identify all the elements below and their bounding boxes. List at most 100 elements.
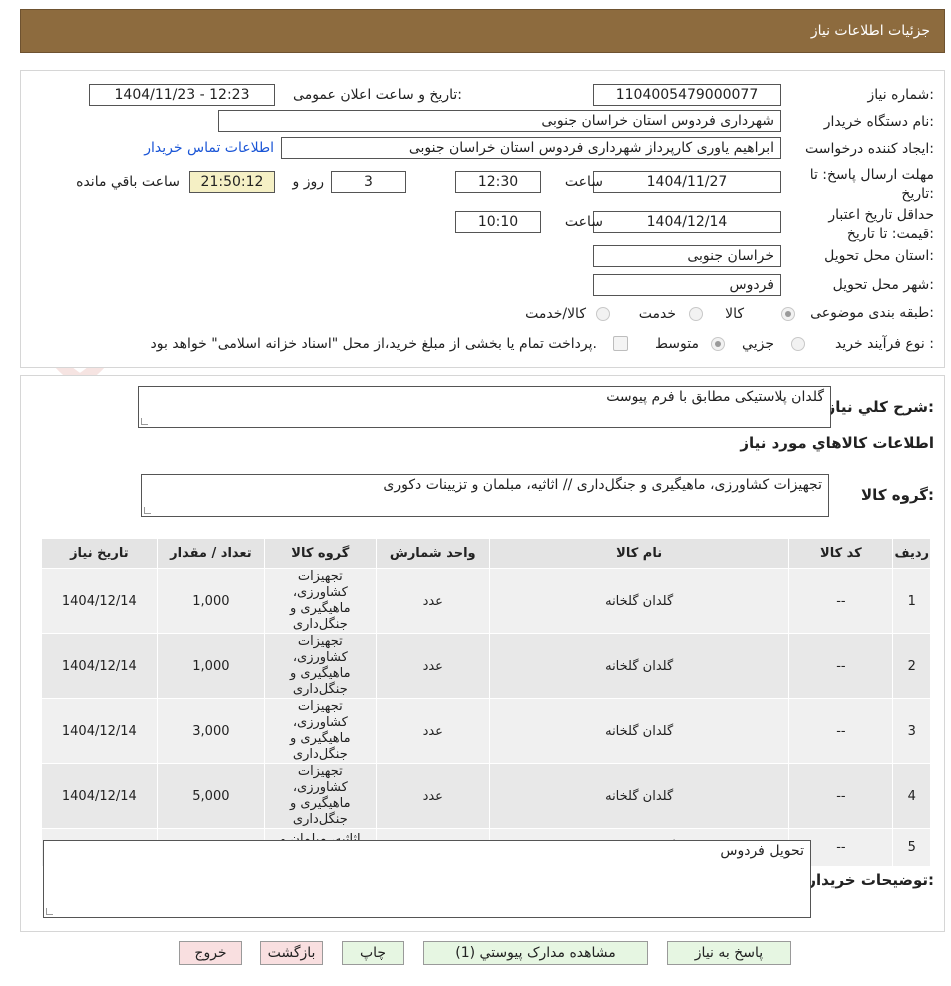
deadline-time-label: ساعت — [564, 174, 603, 190]
buyer-label: نام دستگاه خریدار: — [823, 114, 934, 130]
cell-row: 5 — [892, 828, 931, 867]
page-header: جزئیات اطلاعات نیاز — [20, 9, 945, 53]
cell-group: تجهیزات کشاورزی، ماهیگیری و جنگل‌داری — [264, 698, 377, 764]
summary-label: شرح کلي نياز: — [826, 398, 934, 416]
cell-unit: عدد — [375, 568, 490, 634]
need-number-field: 1104005479000077 — [593, 84, 781, 106]
category-option-goods: کالا — [725, 306, 744, 322]
cell-name: گلدان گلخانه — [488, 698, 790, 764]
validity-time-field: 10:10 — [455, 211, 541, 233]
resize-grip-icon[interactable] — [141, 418, 148, 425]
table-row: 2 -- گلدان گلخانه عدد تجهیزات کشاورزی، م… — [41, 633, 931, 699]
goods-table: رديف کد کالا نام کالا واحد شمارش گروه کا… — [41, 538, 931, 867]
cell-need-date: 1404/12/14 — [41, 763, 158, 829]
buyer-notes-label: توضیحات خریدار: — [807, 871, 934, 889]
validity-time-label: ساعت — [564, 214, 603, 230]
cell-quantity: 1,000 — [156, 568, 266, 634]
col-row: رديف — [892, 538, 931, 569]
deadline-date-field: 1404/11/27 — [593, 171, 781, 193]
cell-group: تجهیزات کشاورزی، ماهیگیری و جنگل‌داری — [264, 633, 377, 699]
goods-table-header: رديف کد کالا نام کالا واحد شمارش گروه کا… — [41, 538, 931, 569]
province-label: استان محل تحویل: — [824, 248, 934, 264]
resize-grip-icon[interactable] — [144, 507, 151, 514]
cell-code: -- — [788, 633, 894, 699]
need-info-panel: شماره نیاز: 1104005479000077 تاریخ و ساع… — [20, 70, 945, 368]
exit-button[interactable]: خروج — [179, 941, 242, 965]
col-unit: واحد شمارش — [375, 538, 490, 569]
cell-unit: عدد — [375, 698, 490, 764]
cell-row: 3 — [892, 698, 931, 764]
category-option-goods-service: کالا/خدمت — [525, 306, 586, 322]
goods-details-panel: شرح کلي نياز: گلدان پلاستیکی مطابق با فر… — [20, 375, 945, 932]
resize-grip-icon[interactable] — [46, 908, 53, 915]
buyer-field: شهرداری فردوس استان خراسان جنوبی — [218, 110, 781, 132]
page-title: جزئیات اطلاعات نیاز — [810, 23, 930, 39]
process-option-medium: متوسط — [655, 336, 699, 352]
cell-name: گلدان گلخانه — [488, 633, 790, 699]
col-name: نام کالا — [488, 538, 790, 569]
validity-date-field: 1404/12/14 — [593, 211, 781, 233]
category-radio-service[interactable] — [689, 307, 703, 321]
creator-field: ابراهیم یاوری کارپرداز شهرداری فردوس است… — [281, 137, 781, 159]
process-option-partial: جزیي — [742, 336, 774, 352]
print-button[interactable]: چاپ — [342, 941, 404, 965]
cell-need-date: 1404/12/14 — [41, 568, 158, 634]
cell-name: گلدان گلخانه — [488, 568, 790, 634]
back-button[interactable]: بازگشت — [260, 941, 323, 965]
category-radio-goods[interactable] — [781, 307, 795, 321]
cell-quantity: 5,000 — [156, 763, 266, 829]
reply-to-need-button[interactable]: پاسخ به نیاز — [667, 941, 791, 965]
cell-quantity: 3,000 — [156, 698, 266, 764]
cell-code: -- — [788, 568, 894, 634]
view-attachments-button[interactable]: مشاهده مدارک پیوستي (1) — [423, 941, 648, 965]
province-field: خراسان جنوبی — [593, 245, 781, 267]
validity-label: حداقل تاریخ اعتبار قیمت: تا تاریخ: — [828, 207, 934, 242]
cell-group: تجهیزات کشاورزی، ماهیگیری و جنگل‌داری — [264, 568, 377, 634]
category-label: طبقه بندی موضوعی: — [810, 305, 934, 321]
process-radio-partial[interactable] — [791, 337, 805, 351]
cell-row: 4 — [892, 763, 931, 829]
process-radio-medium[interactable] — [711, 337, 725, 351]
cell-code: -- — [788, 763, 894, 829]
cell-need-date: 1404/12/14 — [41, 698, 158, 764]
cell-code: -- — [788, 698, 894, 764]
treasury-payment-checkbox[interactable] — [613, 336, 628, 351]
goods-group-text: تجهیزات کشاورزی، ماهیگیری و جنگل‌داری //… — [383, 477, 822, 493]
treasury-payment-note: پرداخت تمام یا بخشی از مبلغ خرید،از محل … — [150, 336, 597, 352]
goods-group-textarea[interactable]: تجهیزات کشاورزی، ماهیگیری و جنگل‌داری //… — [141, 474, 829, 517]
summary-textarea[interactable]: گلدان پلاستیکی مطابق با فرم پیوست — [138, 386, 831, 428]
cell-unit: عدد — [375, 763, 490, 829]
cell-unit: عدد — [375, 633, 490, 699]
goods-group-label: گروه کالا: — [861, 486, 934, 504]
col-quantity: تعداد / مقدار — [156, 538, 266, 569]
cell-row: 1 — [892, 568, 931, 634]
announce-field: 1404/11/23 - 12:23 — [89, 84, 275, 106]
deadline-label: مهلت ارسال پاسخ: تا تاریخ: — [809, 167, 934, 202]
cell-quantity: 1,000 — [156, 633, 266, 699]
cell-name: گلدان گلخانه — [488, 763, 790, 829]
summary-text: گلدان پلاستیکی مطابق با فرم پیوست — [606, 389, 824, 405]
cell-row: 2 — [892, 633, 931, 699]
goods-info-title: اطلاعات کالاهاي مورد نياز — [740, 434, 934, 452]
remaining-time-field: 21:50:12 — [189, 171, 275, 193]
remaining-label: ساعت باقي مانده — [76, 174, 180, 190]
cell-group: تجهیزات کشاورزی، ماهیگیری و جنگل‌داری — [264, 763, 377, 829]
deadline-time-field: 12:30 — [455, 171, 541, 193]
buyer-notes-textarea[interactable]: تحویل فردوس — [43, 840, 811, 918]
creator-label: ایجاد کننده درخواست: — [805, 141, 934, 157]
col-need-date: تاريخ نياز — [41, 538, 158, 569]
days-field: 3 — [331, 171, 406, 193]
table-row: 4 -- گلدان گلخانه عدد تجهیزات کشاورزی، م… — [41, 763, 931, 829]
city-field: فردوس — [593, 274, 781, 296]
category-option-service: خدمت — [638, 306, 676, 322]
buyer-notes-text: تحویل فردوس — [720, 843, 804, 859]
table-row: 3 -- گلدان گلخانه عدد تجهیزات کشاورزی، م… — [41, 698, 931, 764]
cell-need-date: 1404/12/14 — [41, 633, 158, 699]
buyer-contact-link[interactable]: اطلاعات تماس خریدار — [144, 140, 274, 156]
col-group: گروه کالا — [264, 538, 377, 569]
col-code: کد کالا — [788, 538, 894, 569]
announce-label: تاریخ و ساعت اعلان عمومی: — [293, 87, 462, 103]
days-label: روز و — [292, 174, 325, 190]
process-label: نوع فرآیند خرید : — [835, 336, 934, 352]
category-radio-goods-service[interactable] — [596, 307, 610, 321]
